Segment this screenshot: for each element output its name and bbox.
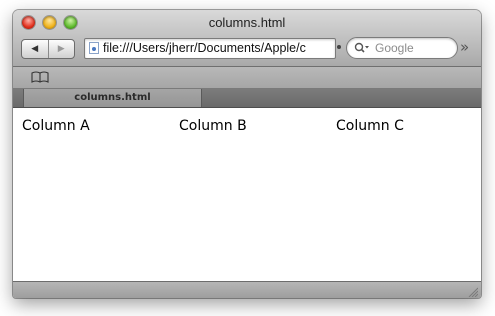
- forward-button[interactable]: ▶: [49, 40, 75, 58]
- back-arrow-icon: ◀: [31, 44, 39, 54]
- tab-columns[interactable]: columns.html: [23, 89, 202, 107]
- resize-grip-icon[interactable]: [468, 287, 478, 297]
- tab-bar: columns.html: [13, 89, 481, 108]
- url-text: file:///Users/jherr/Documents/Apple/c: [103, 41, 306, 55]
- back-button[interactable]: ◀: [22, 40, 49, 58]
- book-icon[interactable]: [31, 71, 49, 83]
- search-placeholder: Google: [375, 41, 414, 55]
- title-toolbar: columns.html ◀ ▶ file:///Users/jherr/Doc…: [13, 10, 481, 67]
- page-content: Column A Column B Column C: [13, 108, 481, 281]
- page-file-icon: [89, 42, 99, 54]
- bookmarks-bar: [13, 67, 481, 89]
- column-b-heading: Column B: [179, 118, 247, 134]
- address-bar-dropdown-icon[interactable]: [337, 45, 341, 49]
- browser-window: columns.html ◀ ▶ file:///Users/jherr/Doc…: [13, 10, 481, 298]
- column-c-heading: Column C: [336, 118, 404, 134]
- toolbar-overflow-icon[interactable]: »: [460, 38, 469, 56]
- navigation-buttons: ◀ ▶: [21, 39, 75, 59]
- status-bar: [13, 281, 481, 298]
- search-field[interactable]: Google: [346, 37, 458, 59]
- search-icon: [354, 42, 369, 53]
- column-a-heading: Column A: [22, 118, 90, 134]
- address-bar[interactable]: file:///Users/jherr/Documents/Apple/c: [84, 38, 336, 59]
- forward-arrow-icon: ▶: [57, 44, 65, 54]
- window-title: columns.html: [208, 15, 286, 30]
